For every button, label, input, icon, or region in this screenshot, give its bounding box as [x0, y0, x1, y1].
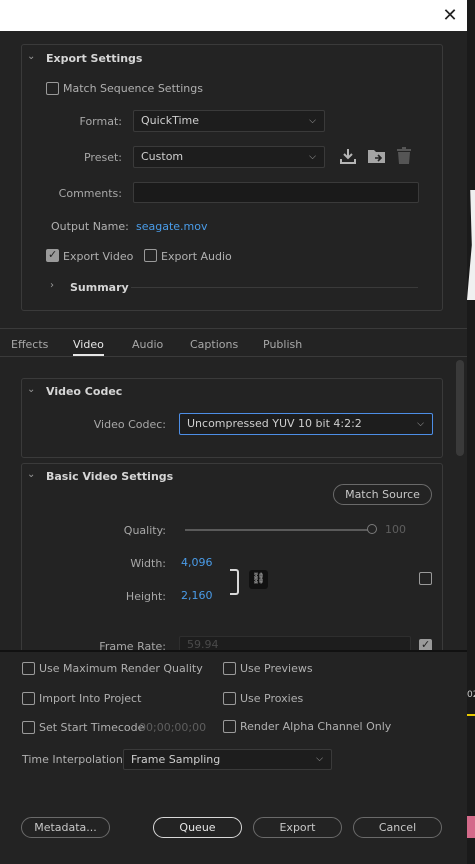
time-interpolation-value: Frame Sampling [131, 753, 221, 766]
export-video-checkbox[interactable] [46, 248, 59, 262]
export-audio-label: Export Audio [161, 250, 232, 263]
preset-value: Custom [141, 150, 184, 163]
delete-preset-icon[interactable] [397, 147, 411, 165]
chevron-down-icon[interactable]: ⌄ [27, 384, 35, 395]
format-value: QuickTime [141, 114, 200, 127]
start-timecode-value: 00;00;00;00 [139, 721, 207, 734]
export-audio-checkbox[interactable] [144, 249, 157, 262]
height-value[interactable]: 2,160 [181, 589, 213, 602]
dialog-titlebar [0, 0, 467, 31]
tab-publish[interactable]: Publish [263, 338, 302, 351]
scrollbar-thumb[interactable] [456, 360, 464, 456]
set-start-timecode-label: Set Start Timecode [39, 721, 145, 734]
import-into-project-label: Import Into Project [39, 692, 142, 705]
width-label: Width: [130, 557, 166, 570]
time-interpolation-dropdown[interactable]: Frame Sampling ⌵ [123, 749, 332, 770]
cancel-button[interactable]: Cancel [353, 817, 442, 838]
tab-captions[interactable]: Captions [190, 338, 238, 351]
chevron-down-icon: ⌵ [309, 152, 316, 162]
metadata-button[interactable]: Metadata... [21, 817, 110, 838]
format-dropdown[interactable]: QuickTime ⌵ [133, 110, 325, 132]
tabs-top-divider [0, 328, 467, 329]
tab-effects[interactable]: Effects [11, 338, 48, 351]
render-alpha-only-label: Render Alpha Channel Only [240, 720, 392, 733]
video-codec-value: Uncompressed YUV 10 bit 4:2:2 [187, 417, 362, 430]
tab-audio[interactable]: Audio [132, 338, 163, 351]
chevron-right-icon[interactable]: › [50, 280, 54, 291]
preset-dropdown[interactable]: Custom ⌵ [133, 146, 325, 168]
render-alpha-only-checkbox[interactable] [223, 720, 236, 733]
use-max-render-quality-label: Use Maximum Render Quality [39, 662, 203, 675]
match-sequence-checkbox[interactable] [46, 82, 59, 95]
chevron-down-icon: ⌵ [316, 754, 323, 764]
output-name-label: Output Name: [51, 220, 129, 233]
use-proxies-label: Use Proxies [240, 692, 304, 705]
comments-label: Comments: [58, 187, 122, 200]
quality-slider-track[interactable] [185, 529, 372, 531]
basic-video-title: Basic Video Settings [46, 470, 174, 483]
height-label: Height: [125, 590, 166, 603]
quality-label: Quality: [123, 524, 166, 537]
preset-label: Preset: [83, 151, 122, 164]
summary-toggle[interactable]: Summary [70, 281, 129, 294]
match-source-button[interactable]: Match Source [333, 484, 432, 505]
chevron-down-icon: ⌵ [309, 116, 316, 126]
import-preset-icon[interactable] [367, 147, 387, 165]
set-start-timecode-checkbox[interactable] [22, 721, 35, 734]
video-codec-title: Video Codec [46, 385, 123, 398]
quality-slider-thumb[interactable] [367, 524, 377, 534]
export-button[interactable]: Export [253, 817, 342, 838]
time-interpolation-label: Time Interpolation: [22, 753, 127, 766]
comments-input[interactable] [133, 182, 419, 203]
tabs-bottom-divider [0, 356, 467, 357]
chevron-down-icon[interactable]: ⌄ [27, 469, 35, 480]
format-label: Format: [79, 115, 122, 128]
export-video-label: Export Video [63, 250, 134, 263]
queue-button[interactable]: Queue [153, 817, 242, 838]
chevron-down-icon: ⌵ [417, 419, 424, 429]
use-previews-label: Use Previews [240, 662, 313, 675]
use-max-render-quality-checkbox[interactable] [22, 662, 35, 675]
aspect-bracket [230, 569, 239, 595]
link-icon[interactable]: ⛓ [249, 570, 268, 589]
output-name-link[interactable]: seagate.mov [136, 220, 208, 233]
chevron-down-icon[interactable]: ⌄ [27, 51, 35, 62]
summary-divider [131, 287, 418, 288]
save-preset-icon[interactable] [339, 147, 357, 165]
match-sequence-label: Match Sequence Settings [63, 82, 203, 95]
background-pink-clip [467, 816, 475, 838]
width-value[interactable]: 4,096 [181, 556, 213, 569]
use-proxies-checkbox[interactable] [223, 692, 236, 705]
background-app-strip: 02 [467, 0, 475, 864]
dimension-override-checkbox[interactable] [419, 572, 432, 585]
import-into-project-checkbox[interactable] [22, 692, 35, 705]
close-icon[interactable]: ✕ [438, 4, 462, 28]
export-settings-title: Export Settings [46, 52, 143, 65]
tab-video[interactable]: Video [73, 338, 104, 356]
use-previews-checkbox[interactable] [223, 662, 236, 675]
video-codec-dropdown[interactable]: Uncompressed YUV 10 bit 4:2:2 ⌵ [179, 413, 433, 435]
video-codec-label: Video Codec: [93, 418, 166, 431]
background-yellow-line [467, 714, 475, 716]
quality-value: 100 [385, 523, 406, 536]
background-timecode-fragment: 02 [467, 690, 475, 700]
background-graphic [467, 190, 475, 300]
